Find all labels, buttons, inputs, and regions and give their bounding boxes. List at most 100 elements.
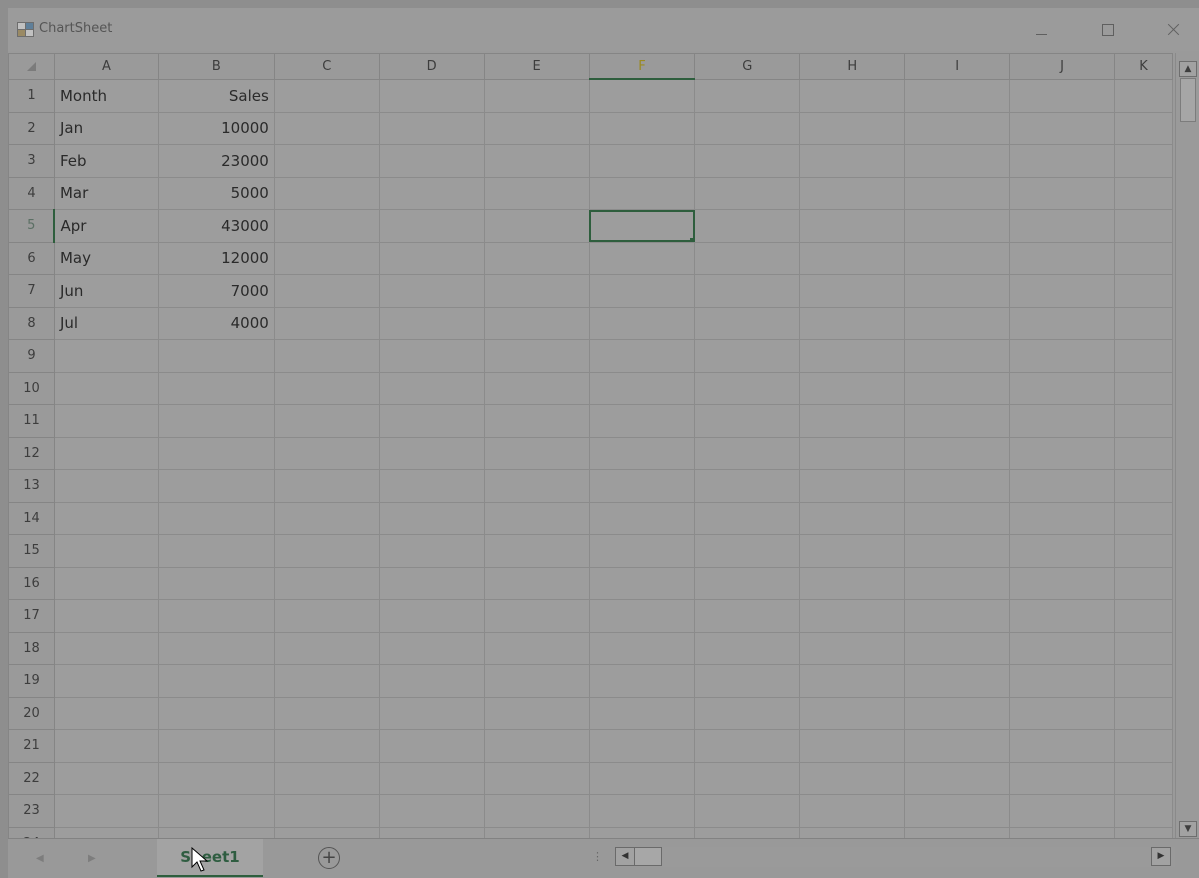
cell-k14[interactable] <box>1113 501 1173 535</box>
cell-g18[interactable] <box>694 631 801 665</box>
cell-e9[interactable] <box>483 339 590 373</box>
column-header-f[interactable]: F <box>588 53 696 80</box>
cell-e10[interactable] <box>483 371 590 405</box>
cell-k6[interactable] <box>1113 241 1173 275</box>
cell-h2[interactable] <box>799 111 906 145</box>
cell-c5[interactable] <box>273 209 380 243</box>
cell-d14[interactable] <box>378 501 485 535</box>
cell-i3[interactable] <box>904 144 1011 178</box>
cell-i13[interactable] <box>904 469 1011 503</box>
row-header[interactable]: 22 <box>8 761 55 795</box>
cell-j10[interactable] <box>1009 371 1115 405</box>
cell-k19[interactable] <box>1113 664 1173 698</box>
cell-f12[interactable] <box>588 436 696 470</box>
cell-c18[interactable] <box>273 631 380 665</box>
cell-a2[interactable]: Jan <box>53 111 159 145</box>
cell-d7[interactable] <box>378 274 485 308</box>
cell-k13[interactable] <box>1113 469 1173 503</box>
cell-g24[interactable] <box>694 826 801 838</box>
select-all-corner[interactable] <box>8 53 55 80</box>
cell-c19[interactable] <box>273 664 380 698</box>
cell-a24[interactable] <box>53 826 159 838</box>
cell-e11[interactable] <box>483 404 590 438</box>
cell-a13[interactable] <box>53 469 159 503</box>
row-header[interactable]: 12 <box>8 436 55 470</box>
cell-a16[interactable] <box>53 566 159 600</box>
cell-h6[interactable] <box>799 241 906 275</box>
cell-e21[interactable] <box>483 729 590 763</box>
row-header[interactable]: 19 <box>8 664 55 698</box>
cell-j1[interactable] <box>1009 78 1115 113</box>
triangle-right-icon[interactable]: ▶ <box>88 853 96 864</box>
cell-d22[interactable] <box>378 761 485 795</box>
cell-e17[interactable] <box>483 599 590 633</box>
cell-c24[interactable] <box>273 826 380 838</box>
cell-e12[interactable] <box>483 436 590 470</box>
cell-i2[interactable] <box>904 111 1011 145</box>
cell-i20[interactable] <box>904 696 1011 730</box>
column-header-k[interactable]: K <box>1113 53 1173 80</box>
cell-c21[interactable] <box>273 729 380 763</box>
cell-e19[interactable] <box>483 664 590 698</box>
cell-j11[interactable] <box>1009 404 1115 438</box>
row-header[interactable]: 13 <box>8 469 55 503</box>
cell-f17[interactable] <box>588 599 696 633</box>
cell-e13[interactable] <box>483 469 590 503</box>
cell-b14[interactable] <box>157 501 275 535</box>
cell-a18[interactable] <box>53 631 159 665</box>
cell-a4[interactable]: Mar <box>53 176 159 210</box>
cell-g5[interactable] <box>694 209 801 243</box>
cell-b4[interactable]: 5000 <box>157 176 275 210</box>
cell-b21[interactable] <box>157 729 275 763</box>
cell-d15[interactable] <box>378 534 485 568</box>
cell-d18[interactable] <box>378 631 485 665</box>
cell-c1[interactable] <box>273 78 380 113</box>
cell-b20[interactable] <box>157 696 275 730</box>
cell-i18[interactable] <box>904 631 1011 665</box>
cell-e8[interactable] <box>483 306 590 340</box>
cell-g23[interactable] <box>694 794 801 828</box>
cell-e7[interactable] <box>483 274 590 308</box>
cell-i22[interactable] <box>904 761 1011 795</box>
cell-a1[interactable]: Month <box>53 78 159 113</box>
cell-f23[interactable] <box>588 794 696 828</box>
cell-h12[interactable] <box>799 436 906 470</box>
cell-k4[interactable] <box>1113 176 1173 210</box>
cell-d24[interactable] <box>378 826 485 838</box>
cell-b22[interactable] <box>157 761 275 795</box>
cell-g20[interactable] <box>694 696 801 730</box>
cell-j18[interactable] <box>1009 631 1115 665</box>
cell-j17[interactable] <box>1009 599 1115 633</box>
cell-b13[interactable] <box>157 469 275 503</box>
cell-h20[interactable] <box>799 696 906 730</box>
cell-c6[interactable] <box>273 241 380 275</box>
cell-k12[interactable] <box>1113 436 1173 470</box>
cell-j23[interactable] <box>1009 794 1115 828</box>
cell-f9[interactable] <box>588 339 696 373</box>
cell-g6[interactable] <box>694 241 801 275</box>
cell-d11[interactable] <box>378 404 485 438</box>
cell-j5[interactable] <box>1009 209 1115 243</box>
cell-b6[interactable]: 12000 <box>157 241 275 275</box>
cell-i14[interactable] <box>904 501 1011 535</box>
cell-b18[interactable] <box>157 631 275 665</box>
cell-k15[interactable] <box>1113 534 1173 568</box>
cell-d20[interactable] <box>378 696 485 730</box>
cell-i8[interactable] <box>904 306 1011 340</box>
cell-g7[interactable] <box>694 274 801 308</box>
cell-j13[interactable] <box>1009 469 1115 503</box>
title-bar[interactable]: ChartSheet <box>8 8 1199 51</box>
cell-e22[interactable] <box>483 761 590 795</box>
cell-k10[interactable] <box>1113 371 1173 405</box>
column-header-d[interactable]: D <box>378 53 485 80</box>
row-header[interactable]: 17 <box>8 599 55 633</box>
cell-g22[interactable] <box>694 761 801 795</box>
cell-e23[interactable] <box>483 794 590 828</box>
cell-a17[interactable] <box>53 599 159 633</box>
cell-b16[interactable] <box>157 566 275 600</box>
cell-d5[interactable] <box>378 209 485 243</box>
cell-e18[interactable] <box>483 631 590 665</box>
cell-j19[interactable] <box>1009 664 1115 698</box>
row-header[interactable]: 24 <box>8 826 55 838</box>
cell-i24[interactable] <box>904 826 1011 838</box>
